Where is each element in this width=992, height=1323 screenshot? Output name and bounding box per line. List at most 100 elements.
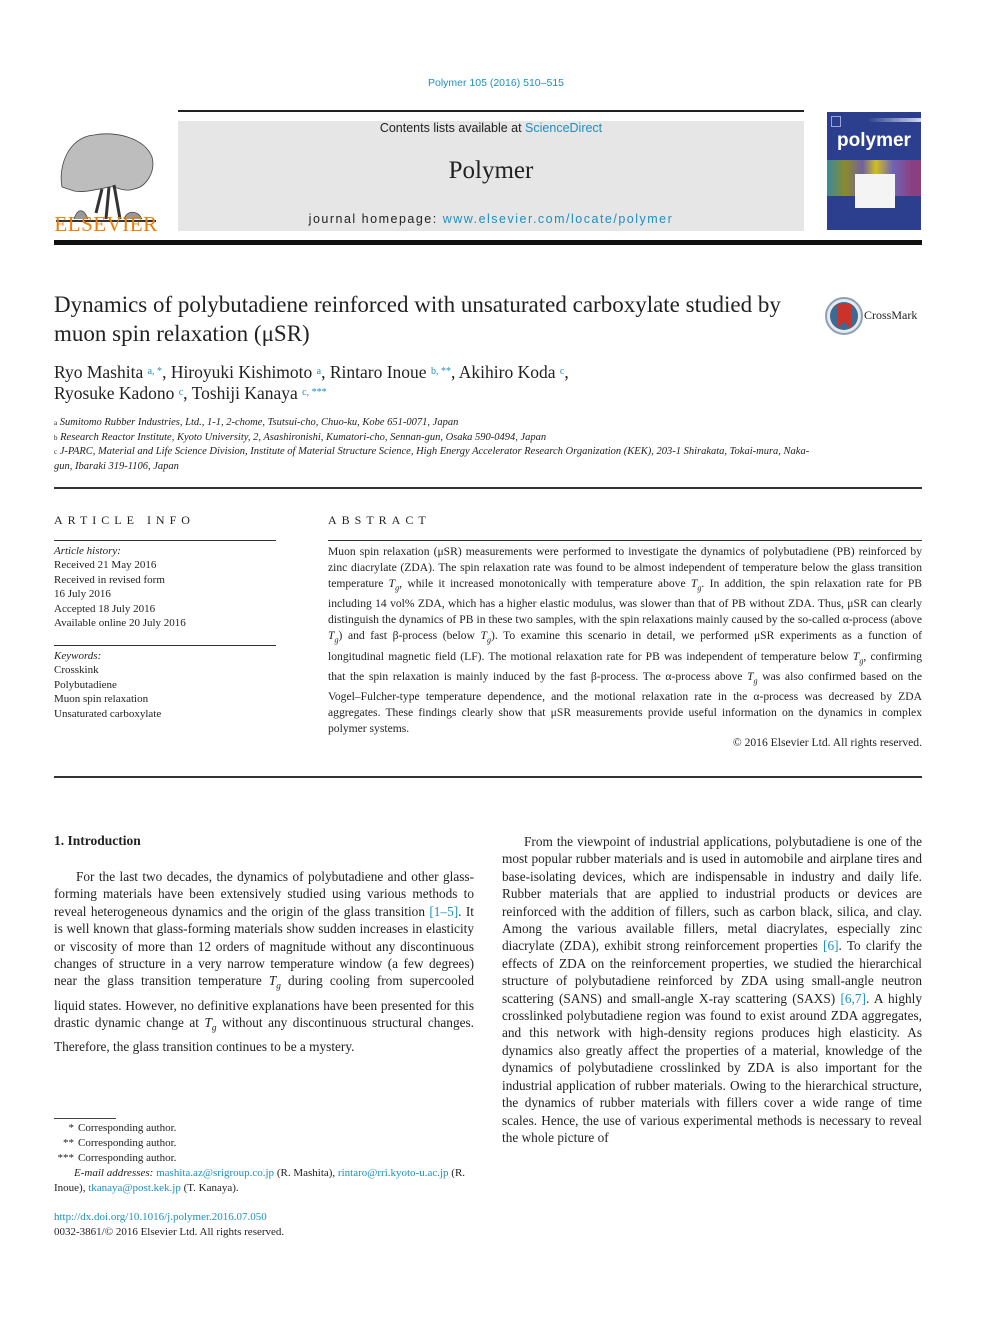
elsevier-wordmark: ELSEVIER: [54, 212, 158, 236]
affiliation-item: a Sumitomo Rubber Industries, Ltd., 1-1,…: [54, 416, 814, 431]
keywords: Keywords: Crosskink Polybutadiene Muon s…: [54, 649, 276, 721]
email-link[interactable]: tkanaya@post.kek.jp: [88, 1182, 181, 1194]
author-name[interactable]: Hiroyuki Kishimoto: [171, 362, 312, 382]
affiliation-mark: c: [54, 448, 58, 457]
citation-ref-link[interactable]: [1–5]: [429, 904, 458, 919]
keywords-label: Keywords:: [54, 650, 102, 662]
tg-symbol: Tg: [388, 577, 400, 593]
email-link[interactable]: rintaro@rri.kyoto-u.ac.jp: [338, 1167, 449, 1179]
tg-symbol: Tg: [480, 629, 491, 645]
journal-homepage-line: journal homepage: www.elsevier.com/locat…: [178, 212, 804, 226]
tg-symbol: Tg: [204, 1014, 217, 1034]
journal-cover-thumbnail[interactable]: polymer: [827, 112, 921, 230]
author-affiliation-mark[interactable]: a, *: [148, 366, 162, 377]
affiliation-list: a Sumitomo Rubber Industries, Ltd., 1-1,…: [54, 416, 814, 474]
cover-figure: [855, 174, 895, 208]
paragraph: For the last two decades, the dynamics o…: [54, 868, 474, 1055]
history-item: 16 July 2016: [54, 588, 111, 601]
author-separator: ,: [162, 362, 171, 382]
affiliation-item: b Research Reactor Institute, Kyoto Univ…: [54, 431, 814, 446]
author-separator: ,: [321, 362, 330, 382]
contents-prefix: Contents lists available at: [379, 121, 526, 135]
journal-citation-link[interactable]: Polymer 105 (2016) 510–515: [0, 77, 992, 89]
keyword-item: Unsaturated carboxylate: [54, 707, 162, 720]
abstract-heading: ABSTRACT: [328, 513, 431, 527]
author-list: Ryo Mashita a, *, Hiroyuki Kishimoto a, …: [54, 362, 814, 404]
email-label: E-mail addresses:: [74, 1167, 154, 1180]
affiliation-item: c J-PARC, Material and Life Science Divi…: [54, 445, 814, 474]
history-item: Received 21 May 2016: [54, 559, 157, 572]
author-name[interactable]: Akihiro Koda: [459, 362, 556, 382]
keyword-item: Muon spin relaxation: [54, 693, 149, 706]
footnotes: * Corresponding author. ** Corresponding a…: [54, 1121, 474, 1196]
body-column-left: For the last two decades, the dynamics o…: [54, 868, 474, 1055]
journal-homepage-link[interactable]: www.elsevier.com/locate/polymer: [443, 212, 674, 226]
author-affiliation-mark[interactable]: c, ***: [302, 387, 326, 398]
email-link[interactable]: mashita.az@srigroup.co.jp: [156, 1167, 274, 1179]
author-separator: ,: [450, 362, 459, 382]
footnote-text: Corresponding author.: [78, 1152, 177, 1165]
footnote-mark: *: [68, 1122, 75, 1134]
author-affiliation-mark[interactable]: b, **: [431, 366, 451, 377]
footnote-mark: ***: [57, 1152, 75, 1165]
affiliation-mark: a: [54, 419, 58, 427]
affiliation-text: Sumitomo Rubber Industries, Ltd., 1-1, 2…: [59, 417, 459, 428]
cover-publisher-icon: [831, 116, 841, 127]
article-title: Dynamics of polybutadiene reinforced wit…: [54, 292, 781, 346]
author-separator: ,: [564, 362, 569, 382]
sciencedirect-link[interactable]: ScienceDirect: [525, 121, 602, 135]
journal-name: Polymer: [448, 157, 534, 184]
paragraph-text: For the last two decades, the dynamics o…: [54, 869, 474, 919]
footnote-text: Corresponding author.: [78, 1137, 177, 1150]
article-info-rule: [54, 540, 276, 541]
author-affiliation-mark[interactable]: c: [179, 387, 183, 398]
tg-symbol: Tg: [690, 577, 702, 593]
citation-ref-link[interactable]: [6]: [823, 938, 839, 953]
footnote-corresponding: * Corresponding author.: [54, 1121, 474, 1136]
article-history-label: Article history:: [54, 545, 121, 557]
author-name[interactable]: Ryo Mashita: [54, 362, 143, 382]
footnote-mark: **: [63, 1137, 74, 1150]
cover-top-bar: [867, 118, 921, 122]
affiliation-text: J-PARC, Material and Life Science Divisi…: [54, 446, 810, 472]
homepage-prefix: journal homepage:: [308, 212, 443, 226]
doi-link[interactable]: http://dx.doi.org/10.1016/j.polymer.2016…: [54, 1211, 267, 1223]
history-item: Received in revised form: [54, 573, 165, 586]
keywords-rule: [54, 645, 276, 646]
crossmark-label[interactable]: CrossMark: [864, 308, 917, 323]
author-affiliation-mark[interactable]: a: [317, 366, 321, 377]
footnote-rule: [54, 1118, 116, 1119]
affiliation-text: Research Reactor Institute, Kyoto Univer…: [60, 431, 547, 443]
author-name[interactable]: Rintaro Inoue: [330, 362, 427, 382]
body-column-right: From the viewpoint of industrial applica…: [502, 833, 922, 1146]
tg-symbol: Tg: [852, 649, 864, 665]
author-name[interactable]: Ryosuke Kadono: [54, 383, 174, 403]
section-rule: [54, 776, 922, 778]
author-separator: ,: [183, 383, 192, 403]
footnote-corresponding: ** Corresponding author.: [54, 1136, 474, 1151]
keyword-item: Polybutadiene: [54, 678, 117, 691]
history-item: Accepted 18 July 2016: [54, 602, 156, 615]
citation-ref-link[interactable]: [6,7]: [840, 991, 865, 1006]
author-affiliation-mark[interactable]: c: [560, 366, 564, 377]
abstract-text-segment: , while it increased monotonically with …: [399, 577, 691, 590]
contents-line: Contents lists available at ScienceDirec…: [178, 121, 804, 135]
footnote-corresponding: *** Corresponding author.: [54, 1151, 474, 1166]
abstract-text-segment: ) and fast β-process (below: [338, 629, 481, 643]
tg-symbol: Tg: [328, 629, 339, 645]
article-history: Article history: Received 21 May 2016 Re…: [54, 544, 276, 630]
footnote-text: Corresponding author.: [78, 1122, 177, 1134]
paragraph-text: From the viewpoint of industrial applica…: [502, 834, 922, 954]
paragraph: From the viewpoint of industrial applica…: [502, 833, 922, 1146]
author-name[interactable]: Toshiji Kanaya: [192, 383, 298, 403]
cover-title: polymer: [837, 130, 911, 151]
issn-copyright: 0032-3861/© 2016 Elsevier Ltd. All right…: [54, 1226, 285, 1238]
email-addresses: E-mail addresses: mashita.az@srigroup.co…: [54, 1166, 474, 1196]
abstract-text: Muon spin relaxation (μSR) measurements …: [328, 544, 922, 737]
abstract-copyright: © 2016 Elsevier Ltd. All rights reserved…: [732, 736, 922, 749]
tg-symbol: Tg: [268, 973, 281, 993]
tg-symbol: Tg: [747, 669, 758, 686]
email-owner: (R. Mashita),: [276, 1167, 338, 1180]
section-rule: [54, 487, 922, 489]
header-top-rule: [178, 110, 804, 112]
